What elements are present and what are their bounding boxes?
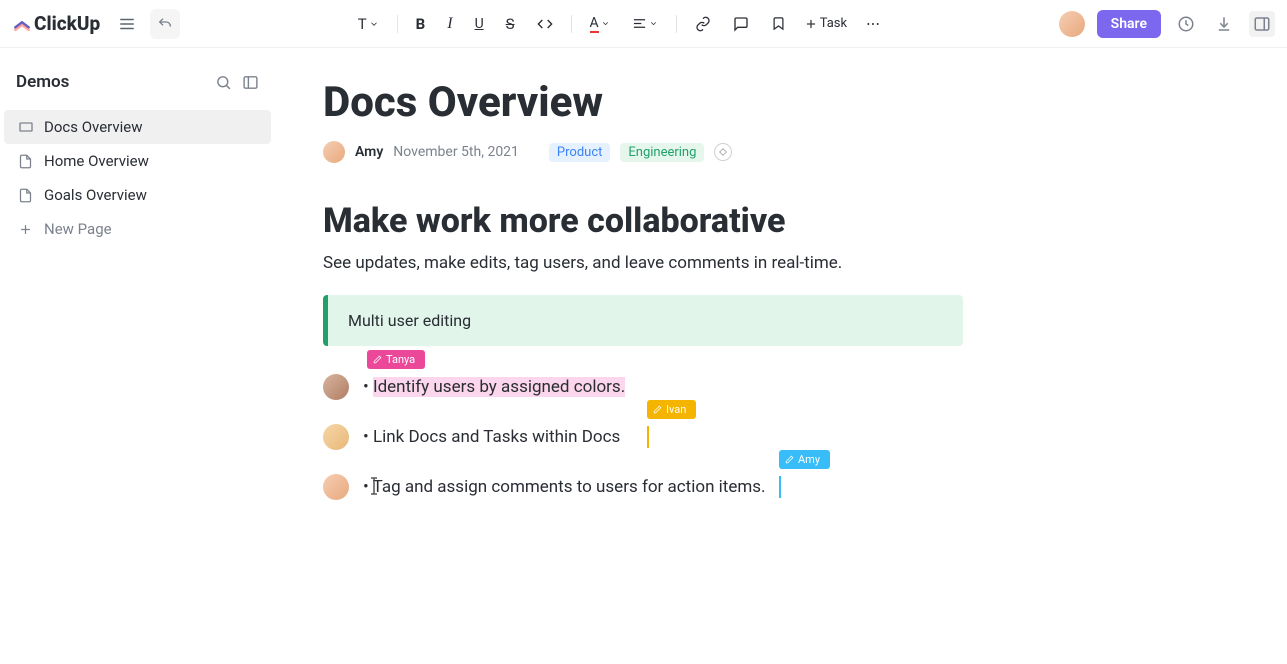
doc-icon [18,154,34,169]
bookmark-button[interactable] [767,12,790,35]
bullet-text: • Tag and assign comments to users for a… [363,477,766,497]
pencil-icon [653,405,662,414]
tag-engineering[interactable]: Engineering [620,143,704,162]
toolbar-separator [571,15,572,33]
presence-cursor-tanya: Tanya [367,350,425,369]
pencil-icon [785,455,794,464]
clickup-logo-icon [12,14,32,34]
doc-title[interactable]: Docs Overview [323,78,1287,127]
top-bar: ClickUp T B I U S A [0,0,1287,48]
formatting-toolbar: T B I U S A Task [180,11,1059,37]
doc-landscape-icon [18,119,34,135]
user-avatar[interactable] [1059,11,1085,37]
bullet-row[interactable]: Tanya • Identify users by assigned color… [323,374,1287,400]
plus-icon [804,17,818,31]
link-button[interactable] [691,12,715,36]
clickup-logo[interactable]: ClickUp [12,12,100,35]
bullet-text: • Link Docs and Tasks within Docs [363,427,620,447]
doc-meta-row: Amy November 5th, 2021 Product Engineeri… [323,141,1287,163]
comment-button[interactable] [729,12,753,36]
presence-cursor-label: Amy [798,453,820,466]
callout-block[interactable]: Multi user editing [323,295,963,346]
presence-caret-amy [779,476,781,498]
sidebar-item-docs-overview[interactable]: Docs Overview [4,110,271,144]
presence-cursor-amy: Amy [779,450,830,469]
presence-cursor-label: Tanya [386,353,415,366]
share-button[interactable]: Share [1097,10,1161,38]
align-dropdown[interactable] [628,12,662,35]
author-avatar[interactable] [323,141,345,163]
text-style-label: T [358,15,367,33]
add-tag-button[interactable] [714,143,732,161]
bullet-row[interactable]: Ivan • Link Docs and Tasks within Docs [323,424,1287,450]
tag-icon [718,147,728,157]
sidebar-item-label: Docs Overview [44,118,143,136]
toolbar-separator [676,15,677,33]
presence-cursor-ivan: Ivan [647,400,696,419]
pencil-icon [373,355,382,364]
toolbar-separator [397,15,398,33]
doc-date: November 5th, 2021 [393,144,519,160]
sidebar-item-goals-overview[interactable]: Goals Overview [4,178,271,212]
chevron-down-icon [601,19,610,28]
underline-button[interactable]: U [471,12,488,36]
top-right-controls: Share [1059,10,1275,38]
user-avatar-ivan [323,424,349,450]
presence-caret-ivan [647,426,649,448]
text-style-dropdown[interactable]: T [354,11,383,37]
download-icon[interactable] [1211,11,1237,37]
sidebar-collapse-icon[interactable] [242,74,259,91]
code-button[interactable] [533,12,557,36]
bold-button[interactable]: B [412,11,430,37]
search-icon[interactable] [215,74,232,91]
menu-icon[interactable] [118,15,136,33]
callout-text: Multi user editing [348,311,471,330]
presence-cursor-label: Ivan [666,403,686,416]
history-icon[interactable] [1173,11,1199,37]
sidebar-title: Demos [16,72,69,92]
chevron-down-icon [649,19,658,28]
doc-icon [18,188,34,203]
sidebar-item-label: Goals Overview [44,186,147,204]
author-name: Amy [355,144,383,160]
user-avatar-tanya [323,374,349,400]
sidebar-item-label: Home Overview [44,152,149,170]
undo-button[interactable] [150,9,180,39]
strikethrough-button[interactable]: S [502,11,519,37]
section-heading[interactable]: Make work more collaborative [323,201,1287,241]
section-paragraph[interactable]: See updates, make edits, tag users, and … [323,253,1287,273]
new-task-button[interactable]: Task [804,16,847,31]
plus-icon [18,222,34,237]
chevron-down-icon [369,19,379,29]
doc-main: Docs Overview Amy November 5th, 2021 Pro… [275,48,1287,664]
bullet-text: • Identify users by assigned colors. [363,377,625,397]
user-avatar-amy [323,474,349,500]
bullet-row[interactable]: Amy • Tag and assign comments to users f… [323,474,1287,500]
sidebar-new-page-label: New Page [44,220,112,238]
panel-toggle-icon[interactable] [1249,11,1275,37]
text-color-dropdown[interactable]: A [586,11,614,37]
new-task-label: Task [820,16,847,31]
sidebar-header: Demos [0,66,275,110]
tag-product[interactable]: Product [549,143,610,162]
sidebar-item-home-overview[interactable]: Home Overview [4,144,271,178]
clickup-logo-text: ClickUp [34,12,100,35]
italic-button[interactable]: I [443,11,456,37]
more-button[interactable] [861,12,885,36]
sidebar-new-page[interactable]: New Page [4,212,271,246]
text-caret-icon [369,476,379,496]
sidebar: Demos Docs Overview Home Overview [0,48,275,664]
